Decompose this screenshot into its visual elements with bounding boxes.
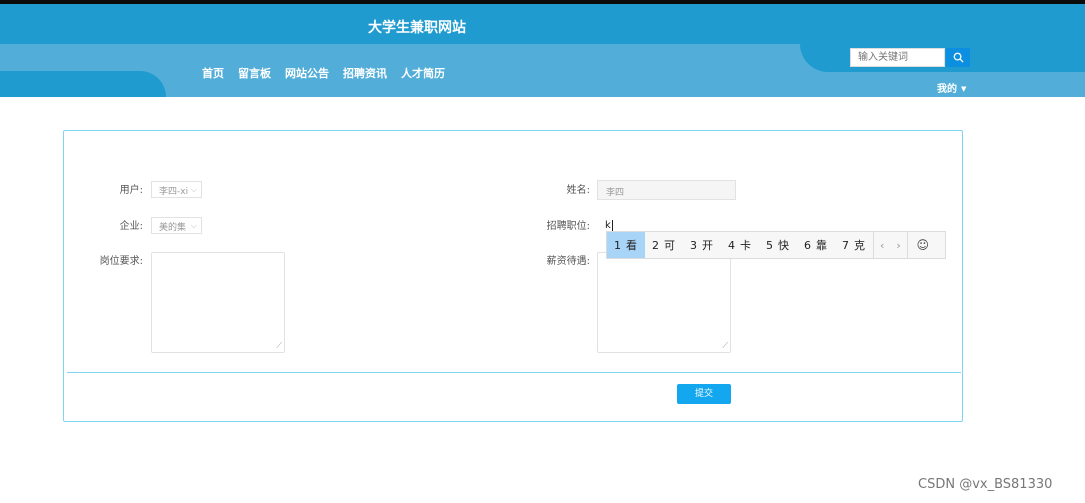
salary-textarea[interactable]: ⟋ (597, 252, 731, 353)
ime-candidate[interactable]: 6靠 (797, 232, 835, 258)
nav-recruitment-news[interactable]: 招聘资讯 (343, 65, 387, 81)
requirements-label: 岗位要求: (99, 256, 143, 267)
user-select[interactable]: 李四-xi ⌵ (151, 181, 202, 198)
chevron-right-icon[interactable]: › (890, 239, 906, 252)
position-input-value: k (605, 220, 611, 231)
company-select-value: 美的集 (159, 223, 187, 233)
company-label: 企业: (119, 221, 143, 232)
header-top-bar: 大学生兼职网站 (0, 4, 1085, 44)
caret-down-icon: ▼ (961, 85, 967, 93)
emoji-icon[interactable]: ☺ (908, 238, 938, 252)
name-label: 姓名: (566, 185, 590, 196)
ime-candidate[interactable]: 4卡 (721, 232, 759, 258)
ime-candidate[interactable]: 2可 (645, 232, 683, 258)
ime-candidate[interactable]: 1看 (607, 232, 645, 258)
text-cursor (611, 220, 613, 231)
ime-candidate[interactable]: 7克 (835, 232, 873, 258)
company-select[interactable]: 美的集 ⌵ (151, 217, 202, 234)
ime-candidate-bar: 1看 2可 3开 4卡 5快 6靠 7克 ‹ › ☺ (606, 231, 946, 259)
nav-message-board[interactable]: 留言板 (238, 65, 271, 81)
search-icon (953, 52, 964, 63)
search-button[interactable] (946, 48, 970, 67)
form-divider (67, 372, 961, 373)
resize-grip-icon: ⟋ (722, 341, 728, 350)
user-select-value: 李四-xi (159, 187, 189, 197)
submit-button[interactable]: 提交 (677, 384, 731, 404)
chevron-down-icon: ⌵ (190, 185, 197, 194)
user-menu[interactable]: 我的 ▼ (937, 80, 966, 95)
watermark: CSDN @vx_BS81330 (918, 477, 1053, 492)
ime-candidate[interactable]: 5快 (759, 232, 797, 258)
user-label: 用户: (119, 185, 143, 196)
name-input-value: 李四 (606, 188, 625, 198)
user-menu-label: 我的 (937, 84, 957, 95)
resize-grip-icon: ⟋ (276, 341, 282, 350)
salary-label: 薪资待遇: (546, 256, 590, 267)
nav-resumes[interactable]: 人才简历 (401, 65, 445, 81)
header-decoration-left (0, 71, 166, 97)
main-nav: 首页 留言板 网站公告 招聘资讯 人才简历 (202, 65, 445, 81)
ime-candidate[interactable]: 3开 (683, 232, 721, 258)
site-title: 大学生兼职网站 (368, 20, 466, 36)
name-input[interactable]: 李四 (597, 180, 736, 200)
position-label: 招聘职位: (546, 221, 590, 232)
chevron-left-icon[interactable]: ‹ (874, 239, 890, 252)
nav-announcements[interactable]: 网站公告 (285, 65, 329, 81)
job-post-form: 用户: 李四-xi ⌵ 企业: 美的集 ⌵ 岗位要求: ⟋ 姓名: 李四 招聘职… (63, 130, 963, 422)
chevron-down-icon: ⌵ (190, 221, 197, 230)
search-input[interactable] (850, 48, 945, 67)
requirements-textarea[interactable]: ⟋ (151, 252, 285, 353)
nav-home[interactable]: 首页 (202, 65, 224, 81)
